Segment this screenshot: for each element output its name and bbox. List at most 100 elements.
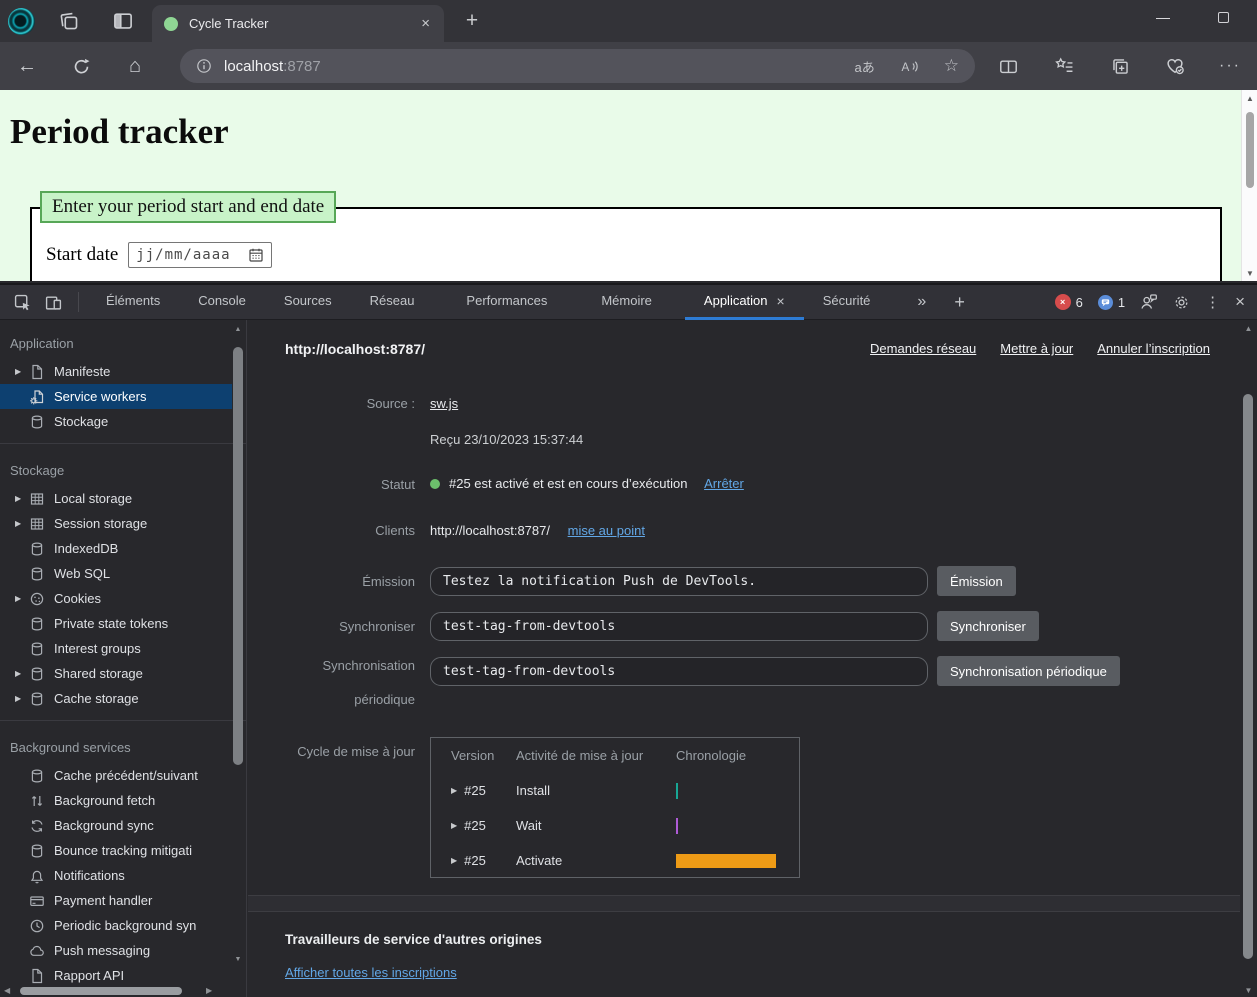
back-button[interactable]: ← — [10, 42, 44, 90]
unregister-link[interactable]: Annuler l’inscription — [1097, 341, 1210, 356]
periodic-sync-button[interactable]: Synchronisation périodique — [937, 656, 1120, 686]
devtools-close-icon[interactable]: × — [1235, 292, 1245, 312]
issues-badge[interactable]: 1 — [1098, 295, 1125, 310]
window-maximize-button[interactable] — [1198, 0, 1248, 34]
sidebar-item-background-fetch[interactable]: Background fetch — [0, 788, 232, 813]
tab-security[interactable]: Sécurité — [804, 285, 890, 320]
devtools-settings-icon[interactable] — [1173, 294, 1190, 311]
window-minimize-button[interactable]: — — [1138, 0, 1188, 34]
reload-button[interactable] — [64, 42, 98, 90]
sidebar-item-interest-groups[interactable]: Interest groups — [0, 636, 232, 661]
sidebar-item-indexeddb[interactable]: IndexedDB — [0, 536, 232, 561]
tab-close-icon[interactable]: × — [419, 15, 432, 32]
new-tab-button[interactable]: + — [458, 7, 486, 35]
sidebar-item-periodic-background-sync[interactable]: Periodic background syn — [0, 913, 232, 938]
sidebar-item-web-sql[interactable]: Web SQL — [0, 561, 232, 586]
calendar-icon[interactable] — [248, 247, 264, 263]
start-date-input[interactable]: jj/mm/aaaa — [128, 242, 272, 268]
expand-arrow-icon[interactable]: ▶ — [451, 786, 457, 795]
sync-input[interactable] — [430, 612, 928, 641]
tab-application-close-icon[interactable]: × — [777, 293, 785, 309]
vertical-tabs-icon[interactable] — [110, 8, 136, 34]
sidebar-item-manifest[interactable]: ▶ Manifeste — [0, 359, 232, 384]
site-info-icon[interactable] — [196, 58, 212, 74]
inspect-element-icon[interactable] — [14, 294, 31, 311]
tab-performance[interactable]: Performances — [447, 285, 566, 320]
sidebar-item-shared-storage[interactable]: ▶ Shared storage — [0, 661, 232, 686]
more-tabs-icon[interactable]: » — [903, 285, 940, 320]
sidebar-item-bounce-tracking[interactable]: Bounce tracking mitigati — [0, 838, 232, 863]
focus-link[interactable]: mise au point — [568, 523, 645, 538]
periodic-sync-input[interactable] — [430, 657, 928, 686]
sidebar-scrollbar-thumb[interactable] — [233, 347, 243, 765]
browser-tab[interactable]: Cycle Tracker × — [152, 5, 444, 42]
tab-actions-icon[interactable] — [56, 8, 82, 34]
expand-arrow-icon[interactable]: ▶ — [451, 856, 457, 865]
push-input[interactable] — [430, 567, 928, 596]
tab-memory[interactable]: Mémoire — [582, 285, 671, 320]
sidebar-item-private-state-tokens[interactable]: Private state tokens — [0, 611, 232, 636]
see-all-registrations-link[interactable]: Afficher toutes les inscriptions — [285, 965, 457, 980]
network-requests-link[interactable]: Demandes réseau — [870, 341, 976, 356]
favorite-star-icon[interactable]: ☆ — [944, 56, 959, 76]
expand-arrow-icon[interactable]: ▶ — [15, 694, 29, 703]
edge-logo[interactable] — [8, 8, 35, 35]
update-link[interactable]: Mettre à jour — [1000, 341, 1073, 356]
sidebar-horizontal-thumb[interactable] — [20, 987, 182, 995]
sync-button[interactable]: Synchroniser — [937, 611, 1039, 641]
home-button[interactable]: ⌂ — [118, 42, 152, 90]
sidebar-item-cache-storage[interactable]: ▶ Cache storage — [0, 686, 232, 711]
collections-button[interactable] — [1100, 42, 1140, 90]
cycle-row-install[interactable]: ▶#25 Install — [431, 773, 799, 808]
scroll-down-icon[interactable]: ▼ — [1242, 266, 1257, 280]
push-button[interactable]: Émission — [937, 566, 1016, 596]
source-file-link[interactable]: sw.js — [430, 396, 458, 411]
main-scrollbar-thumb[interactable] — [1243, 394, 1253, 959]
sidebar-item-notifications[interactable]: Notifications — [0, 863, 232, 888]
device-toolbar-icon[interactable] — [45, 294, 62, 311]
expand-arrow-icon[interactable]: ▶ — [15, 669, 29, 678]
sidebar-item-back-forward-cache[interactable]: Cache précédent/suivant — [0, 763, 232, 788]
scroll-up-icon[interactable]: ▲ — [1240, 324, 1257, 333]
sidebar-item-session-storage[interactable]: ▶ Session storage — [0, 511, 232, 536]
favorites-button[interactable] — [1044, 42, 1084, 90]
translate-icon[interactable]: aあ — [855, 57, 875, 76]
expand-arrow-icon[interactable]: ▶ — [15, 494, 29, 503]
page-scrollbar-thumb[interactable] — [1246, 112, 1254, 188]
sidebar-item-push-messaging[interactable]: Push messaging — [0, 938, 232, 963]
sidebar-item-background-sync[interactable]: Background sync — [0, 813, 232, 838]
scroll-down-icon[interactable]: ▼ — [233, 956, 243, 963]
stop-link[interactable]: Arrêter — [704, 476, 744, 491]
console-errors-badge[interactable]: × 6 — [1055, 294, 1083, 310]
cycle-row-activate[interactable]: ▶#25 Activate — [431, 843, 799, 878]
read-aloud-icon[interactable] — [901, 58, 918, 75]
sidebar-horizontal-scrollbar[interactable]: ◀ ▶ — [0, 983, 222, 997]
sidebar-item-payment-handler[interactable]: Payment handler — [0, 888, 232, 913]
cycle-row-wait[interactable]: ▶#25 Wait — [431, 808, 799, 843]
scroll-right-icon[interactable]: ▶ — [206, 986, 212, 995]
sidebar-item-storage[interactable]: Stockage — [0, 409, 232, 434]
expand-arrow-icon[interactable]: ▶ — [451, 821, 457, 830]
scroll-down-icon[interactable]: ▼ — [1240, 986, 1257, 995]
scroll-up-icon[interactable]: ▲ — [233, 326, 243, 333]
sidebar-item-local-storage[interactable]: ▶ Local storage — [0, 486, 232, 511]
add-tab-icon[interactable]: + — [940, 285, 979, 320]
expand-arrow-icon[interactable]: ▶ — [15, 367, 29, 376]
page-scrollbar[interactable]: ▲ ▼ — [1241, 90, 1257, 281]
tab-elements[interactable]: Éléments — [87, 285, 179, 320]
tab-network[interactable]: Réseau — [351, 285, 434, 320]
tab-sources[interactable]: Sources — [265, 285, 351, 320]
main-scrollbar[interactable]: ▲ ▼ — [1240, 320, 1257, 997]
more-vertical-icon[interactable]: ⋮ — [1205, 293, 1220, 311]
split-screen-button[interactable] — [988, 42, 1028, 90]
scroll-left-icon[interactable]: ◀ — [4, 986, 10, 995]
scroll-up-icon[interactable]: ▲ — [1242, 91, 1257, 105]
settings-menu-button[interactable]: ··· — [1210, 42, 1250, 90]
tab-application[interactable]: Application × — [685, 285, 804, 320]
expand-arrow-icon[interactable]: ▶ — [15, 594, 29, 603]
tab-console[interactable]: Console — [179, 285, 265, 320]
expand-arrow-icon[interactable]: ▶ — [15, 519, 29, 528]
address-bar[interactable]: localhost :8787 aあ ☆ — [180, 49, 975, 83]
feedback-icon[interactable] — [1140, 293, 1158, 311]
browser-essentials-button[interactable] — [1155, 42, 1195, 90]
